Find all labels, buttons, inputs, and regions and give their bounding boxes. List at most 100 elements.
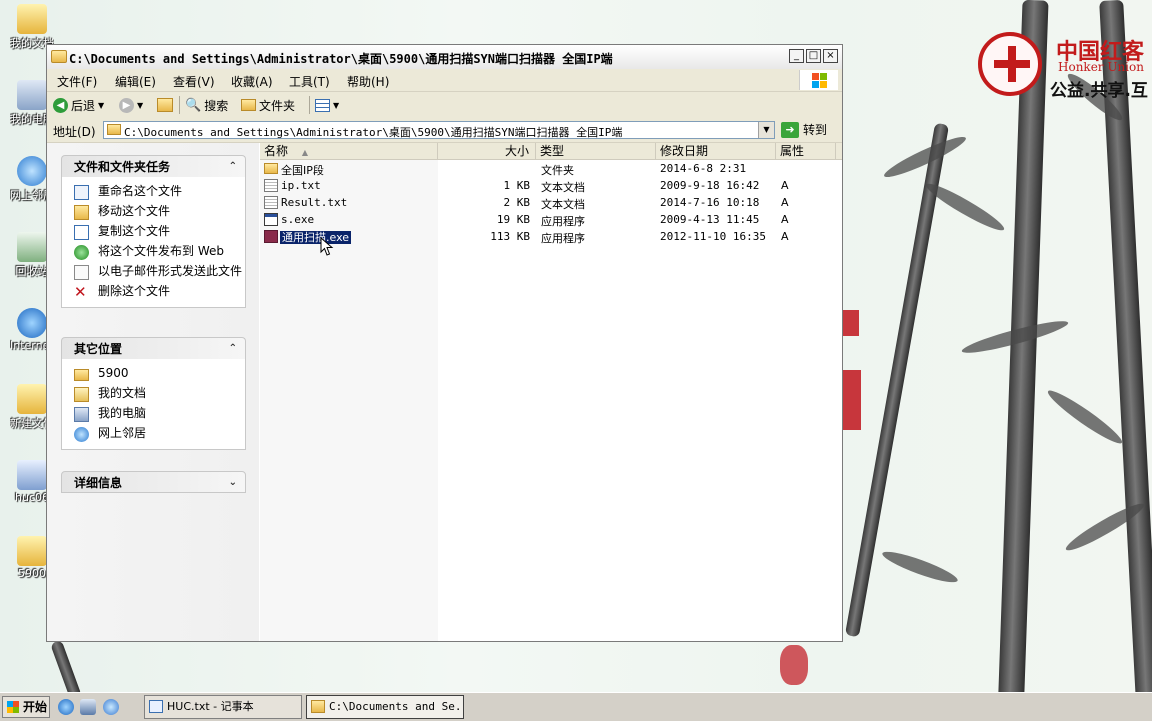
task-move[interactable]: 移动这个文件: [62, 203, 245, 223]
place-my-computer[interactable]: 我的电脑: [62, 405, 245, 425]
file-tasks-title: 文件和文件夹任务: [74, 160, 171, 174]
computer-icon: [17, 80, 47, 110]
expand-chevron-icon[interactable]: ⌄: [229, 472, 237, 494]
table-row-selected[interactable]: 通用扫描.exe 113 KB 应用程序 2012-11-10 16:35 A: [260, 228, 842, 245]
menu-edit[interactable]: 编辑(E): [115, 73, 156, 90]
menu-help[interactable]: 帮助(H): [347, 73, 389, 90]
close-button[interactable]: ×: [823, 49, 838, 63]
image-file-icon: [17, 460, 47, 490]
other-places-title: 其它位置: [74, 342, 123, 356]
folders-button[interactable]: 文件夹: [241, 96, 295, 114]
chevron-down-icon: ▼: [333, 100, 340, 110]
file-list: 名称 ▲ 大小 类型 修改日期 属性 全国IP段 文件夹 2014-6-8 2:…: [260, 143, 842, 641]
explorer-window: C:\Documents and Settings\Administrator\…: [46, 44, 843, 642]
menu-file[interactable]: 文件(F): [57, 73, 97, 90]
place-label: 我的文档: [98, 386, 147, 400]
start-button[interactable]: 开始: [2, 696, 50, 718]
task-label: 将这个文件发布到 Web: [98, 244, 224, 258]
task-email[interactable]: 以电子邮件形式发送此文件: [62, 263, 245, 283]
forward-button[interactable]: ▶ ▼: [119, 96, 143, 114]
quicklaunch-ie-icon[interactable]: [58, 699, 74, 715]
window-controls: _ □ ×: [789, 49, 838, 63]
quicklaunch-media-icon[interactable]: [103, 699, 119, 715]
task-pane: 文件和文件夹任务 ⌃ 重命名这个文件 移动这个文件 复制这个文件 将这个文件发布…: [47, 143, 259, 641]
column-type[interactable]: 类型: [536, 143, 656, 159]
taskbar-button-explorer[interactable]: C:\Documents and Se...: [306, 695, 464, 719]
details-header[interactable]: 详细信息 ⌄: [61, 471, 246, 493]
place-5900[interactable]: 5900: [62, 365, 245, 385]
address-input[interactable]: C:\Documents and Settings\Administrator\…: [103, 121, 775, 139]
folder-icon: [51, 50, 67, 63]
file-modified: 2012-11-10 16:35: [660, 230, 766, 243]
copy-icon: [74, 225, 89, 240]
file-tasks-header[interactable]: 文件和文件夹任务 ⌃: [61, 155, 246, 177]
menu-favorites[interactable]: 收藏(A): [231, 73, 273, 90]
task-rename[interactable]: 重命名这个文件: [62, 183, 245, 203]
quicklaunch-desktop-icon[interactable]: [80, 699, 96, 715]
back-button[interactable]: ◀ 后退 ▼: [53, 96, 104, 114]
computer-icon: [74, 407, 89, 422]
views-button[interactable]: ▼: [315, 96, 339, 114]
other-places-header[interactable]: 其它位置 ⌃: [61, 337, 246, 359]
go-button[interactable]: ➜ 转到: [781, 121, 827, 138]
folder-icon: [264, 163, 278, 174]
network-icon: [17, 156, 47, 186]
bamboo-leaf: [922, 178, 1008, 236]
go-arrow-icon: ➜: [781, 121, 799, 138]
file-modified: 2014-6-8 2:31: [660, 162, 747, 175]
column-attributes[interactable]: 属性: [776, 143, 836, 159]
file-type: 应用程序: [541, 215, 585, 228]
table-row[interactable]: ip.txt 1 KB 文本文档 2009-9-18 16:42 A: [260, 177, 842, 194]
taskbar-button-notepad[interactable]: HUC.txt - 记事本: [144, 695, 302, 719]
text-file-icon: [264, 179, 278, 192]
up-folder-button[interactable]: [157, 96, 173, 114]
title-bar[interactable]: C:\Documents and Settings\Administrator\…: [47, 45, 842, 70]
task-publish-web[interactable]: 将这个文件发布到 Web: [62, 243, 245, 263]
address-bar: 地址(D) C:\Documents and Settings\Administ…: [47, 118, 842, 143]
address-value: C:\Documents and Settings\Administrator\…: [124, 126, 623, 139]
bamboo-leaf: [880, 546, 960, 588]
calligraphy-mark: [843, 310, 859, 336]
window-content: 文件和文件夹任务 ⌃ 重命名这个文件 移动这个文件 复制这个文件 将这个文件发布…: [47, 143, 842, 641]
task-delete[interactable]: ✕ 删除这个文件: [62, 283, 245, 303]
table-row[interactable]: s.exe 19 KB 应用程序 2009-4-13 11:45 A: [260, 211, 842, 228]
collapse-chevron-icon[interactable]: ⌃: [229, 338, 237, 360]
file-attr: A: [781, 196, 789, 209]
place-label: 网上邻居: [98, 426, 147, 440]
address-dropdown-button[interactable]: ▼: [758, 122, 774, 138]
rename-icon: [74, 185, 89, 200]
folder-icon: [107, 124, 121, 135]
email-icon: [74, 265, 89, 280]
logo-english-text: Honker Union: [1058, 60, 1144, 74]
collapse-chevron-icon[interactable]: ⌃: [229, 156, 237, 178]
file-attr: A: [781, 230, 789, 243]
table-row[interactable]: 全国IP段 文件夹 2014-6-8 2:31: [260, 160, 842, 177]
task-copy[interactable]: 复制这个文件: [62, 223, 245, 243]
standard-toolbar: ◀ 后退 ▼ ▶ ▼ 🔍 搜索 文件夹 ▼: [47, 92, 842, 119]
file-type: 文本文档: [541, 198, 585, 211]
taskbar: 开始 HUC.txt - 记事本 C:\Documents and Se...: [0, 692, 1152, 721]
column-size[interactable]: 大小: [438, 143, 536, 159]
column-name-label: 名称: [264, 144, 289, 158]
folder-icon: [74, 369, 89, 381]
search-button[interactable]: 🔍 搜索: [185, 96, 228, 114]
logo-slogan: 公益.共享.互: [1050, 81, 1148, 101]
folder-icon: [17, 536, 47, 566]
column-name[interactable]: 名称 ▲: [260, 143, 438, 159]
menu-tools[interactable]: 工具(T): [289, 73, 330, 90]
go-label: 转到: [803, 123, 828, 137]
column-modified[interactable]: 修改日期: [656, 143, 776, 159]
file-modified: 2009-4-13 11:45: [660, 213, 760, 226]
place-my-documents[interactable]: 我的文档: [62, 385, 245, 405]
place-network[interactable]: 网上邻居: [62, 425, 245, 445]
file-name: Result.txt: [281, 196, 348, 209]
taskbar-button-label: C:\Documents and Se...: [329, 700, 464, 713]
table-row[interactable]: Result.txt 2 KB 文本文档 2014-7-16 10:18 A: [260, 194, 842, 211]
up-folder-icon: [157, 98, 173, 112]
minimize-button[interactable]: _: [789, 49, 804, 63]
menu-view[interactable]: 查看(V): [173, 73, 215, 90]
maximize-button[interactable]: □: [806, 49, 821, 63]
file-name-selected: 通用扫描.exe: [280, 229, 352, 245]
details-title: 详细信息: [74, 476, 123, 490]
file-tasks-panel: 文件和文件夹任务 ⌃ 重命名这个文件 移动这个文件 复制这个文件 将这个文件发布…: [61, 155, 246, 308]
